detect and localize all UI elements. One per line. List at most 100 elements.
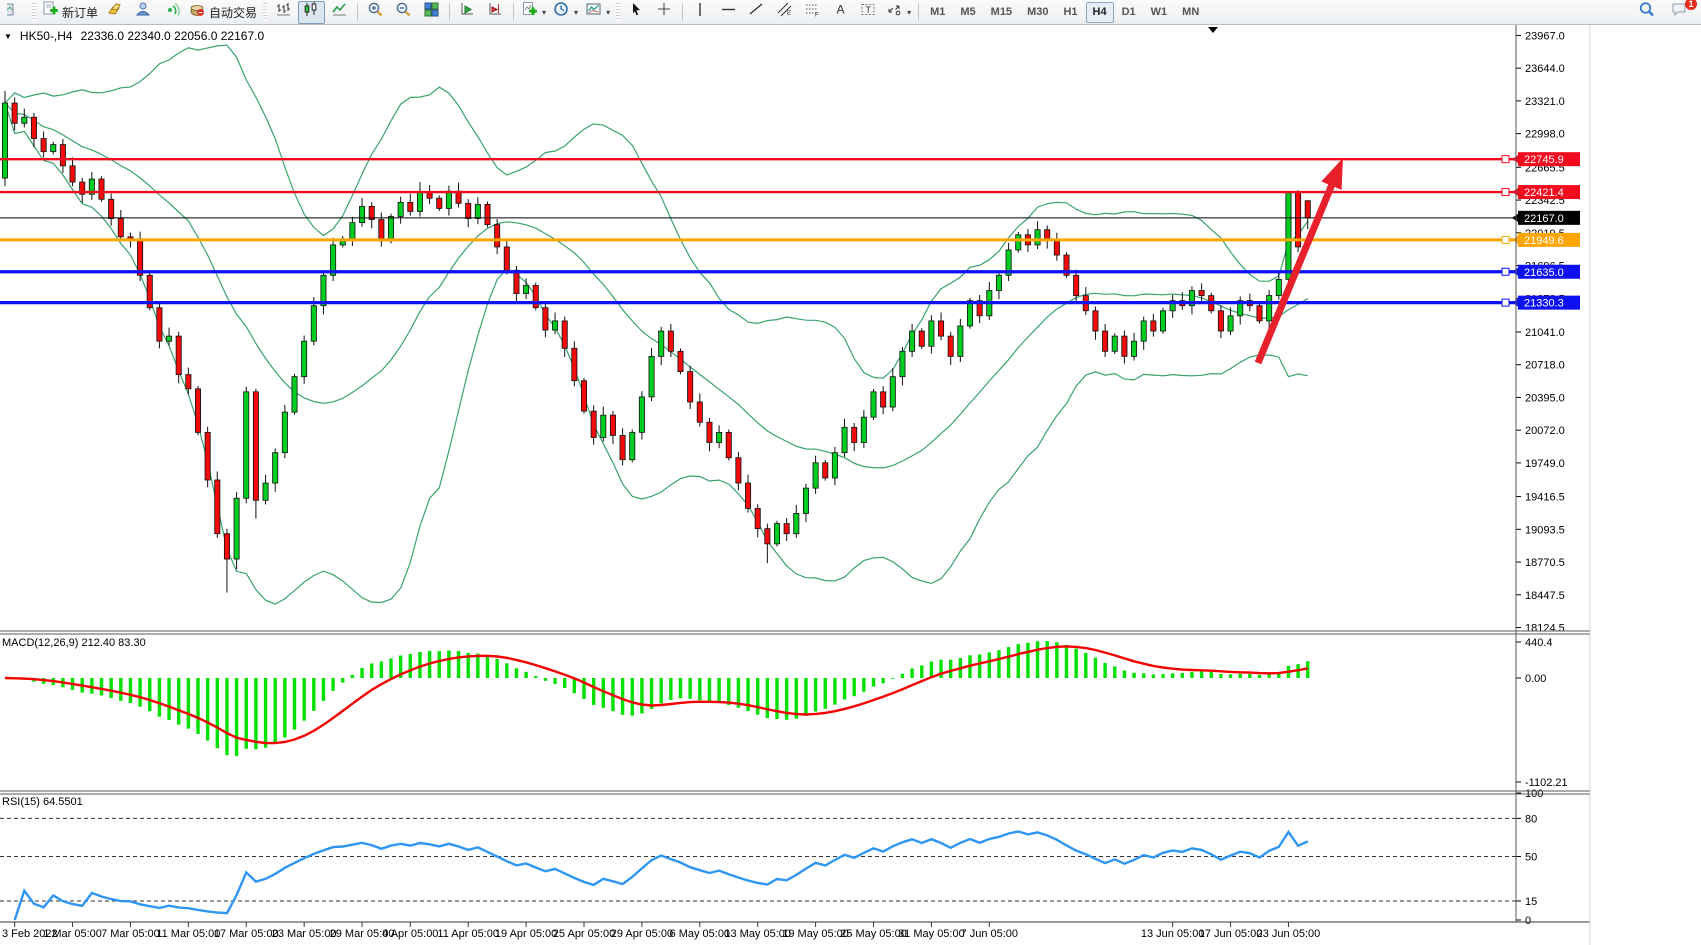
candle xyxy=(398,202,403,216)
candle xyxy=(929,321,934,346)
bollinger-bands xyxy=(5,45,1308,604)
notifications-button[interactable]: 1 xyxy=(1666,1,1693,24)
vertical-line-tool-button[interactable] xyxy=(687,1,714,24)
price-tag-value: 21949.6 xyxy=(1524,235,1564,247)
candle xyxy=(215,480,220,534)
cursor-tool-button[interactable] xyxy=(623,1,650,24)
time-axis-label: 13 May 05:00 xyxy=(724,928,791,940)
symbol-dropdown-icon[interactable]: ▼ xyxy=(4,32,12,41)
candle xyxy=(717,432,722,442)
candle xyxy=(186,375,191,389)
text-label-tool-button[interactable]: T xyxy=(855,1,882,24)
zoom-out-icon xyxy=(395,1,412,23)
candle xyxy=(1093,311,1098,331)
new-order-icon xyxy=(42,1,59,23)
chart-canvas[interactable]: 440.40.00-1102.21100805015023967.023644.… xyxy=(0,25,1701,945)
auto-trading-icon xyxy=(189,1,206,23)
clipped-icon[interactable] xyxy=(2,1,29,24)
candle xyxy=(2,103,7,178)
price-axis-tick: 18124.5 xyxy=(1525,623,1565,635)
candle xyxy=(408,202,413,211)
timeframe-d1-button[interactable]: D1 xyxy=(1115,2,1143,23)
candle xyxy=(224,534,229,559)
fibonacci-tool-button[interactable]: F xyxy=(799,1,826,24)
timeframe-w1-button[interactable]: W1 xyxy=(1144,2,1175,23)
search-button[interactable] xyxy=(1633,1,1660,24)
zoom-in-button[interactable] xyxy=(362,1,389,24)
candle xyxy=(195,389,200,433)
periods-button[interactable]: ▾ xyxy=(550,1,581,24)
signals-button[interactable] xyxy=(158,1,185,24)
candle xyxy=(99,179,104,199)
candle xyxy=(649,356,654,397)
timeframe-m1-button[interactable]: M1 xyxy=(923,2,952,23)
candle xyxy=(659,331,664,356)
svg-text:T: T xyxy=(866,5,872,15)
candle xyxy=(533,285,538,307)
crosshair-tool-button[interactable] xyxy=(651,1,678,24)
chart-area[interactable]: 440.40.00-1102.21100805015023967.023644.… xyxy=(0,25,1701,945)
equidistant-channel-tool-button[interactable]: E xyxy=(771,1,798,24)
price-axis-tick: 18447.5 xyxy=(1525,590,1565,602)
timeframe-m15-button[interactable]: M15 xyxy=(984,2,1019,23)
expert-advisor-button[interactable] xyxy=(130,1,157,24)
candle xyxy=(1131,341,1136,356)
chart-shift-icon xyxy=(487,1,504,23)
candle xyxy=(253,392,258,500)
line-handle xyxy=(1502,189,1509,196)
candle xyxy=(359,206,364,222)
timeframe-h4-button[interactable]: H4 xyxy=(1086,2,1114,23)
candle xyxy=(1151,321,1156,331)
candle xyxy=(1305,201,1310,218)
candle-chart-icon xyxy=(303,1,320,23)
periods-icon xyxy=(553,1,570,23)
timeframe-m5-button[interactable]: M5 xyxy=(953,2,982,23)
candle xyxy=(890,377,895,407)
auto-scroll-button[interactable] xyxy=(454,1,481,24)
candle xyxy=(446,191,451,208)
macd-axis-tick: 0.00 xyxy=(1525,673,1546,685)
candlestick-chart-button[interactable] xyxy=(298,1,325,24)
candle xyxy=(524,285,529,293)
chart-shift-button[interactable] xyxy=(482,1,509,24)
line-chart-button[interactable] xyxy=(326,1,353,24)
new-order-button[interactable]: 新订单 xyxy=(39,1,101,24)
candle xyxy=(765,529,770,544)
indicators-button[interactable]: ▾ xyxy=(518,1,549,24)
candle xyxy=(1054,240,1059,255)
bar-position-marker xyxy=(1208,27,1218,33)
tile-windows-button[interactable] xyxy=(418,1,445,24)
rsi-indicator-label: RSI(15) 64.5501 xyxy=(2,796,83,808)
chevron-down-icon[interactable]: ▾ xyxy=(907,8,911,17)
horizontal-line-tool-button[interactable] xyxy=(715,1,742,24)
timeframe-mn-button[interactable]: MN xyxy=(1175,2,1206,23)
timeframe-h1-button[interactable]: H1 xyxy=(1056,2,1084,23)
bar-chart-button[interactable] xyxy=(270,1,297,24)
ohlc-values: 22336.0 22340.0 22056.0 22167.0 xyxy=(81,29,265,43)
candle xyxy=(1074,275,1079,295)
price-axis-tick: 19749.0 xyxy=(1525,458,1565,470)
candle xyxy=(31,117,36,138)
bar-chart-icon xyxy=(275,1,292,23)
candle xyxy=(311,306,316,341)
chevron-down-icon[interactable]: ▾ xyxy=(574,8,578,17)
channel-icon: E xyxy=(776,1,793,23)
chevron-down-icon[interactable]: ▾ xyxy=(606,8,610,17)
crosshair-icon xyxy=(656,1,673,23)
arrows-tool-button[interactable]: ▾ xyxy=(883,1,914,24)
symbol-period-label: HK50-,H4 xyxy=(20,29,73,43)
time-axis-label: 25 Apr 05:00 xyxy=(553,928,615,940)
text-tool-button[interactable]: A xyxy=(827,1,854,24)
candle xyxy=(1122,336,1127,356)
timeframe-m30-button[interactable]: M30 xyxy=(1020,2,1055,23)
rsi-axis-tick: 0 xyxy=(1525,915,1531,927)
time-axis-label: 1 Mar 05:00 xyxy=(43,928,102,940)
templates-button[interactable]: ▾ xyxy=(582,1,613,24)
trendline-tool-button[interactable] xyxy=(743,1,770,24)
auto-trading-button[interactable]: 自动交易 xyxy=(186,1,260,24)
market-watch-button[interactable] xyxy=(102,1,129,24)
price-axis-tick: 19093.5 xyxy=(1525,524,1565,536)
chevron-down-icon[interactable]: ▾ xyxy=(542,8,546,17)
zoom-out-button[interactable] xyxy=(390,1,417,24)
candle xyxy=(794,513,799,533)
